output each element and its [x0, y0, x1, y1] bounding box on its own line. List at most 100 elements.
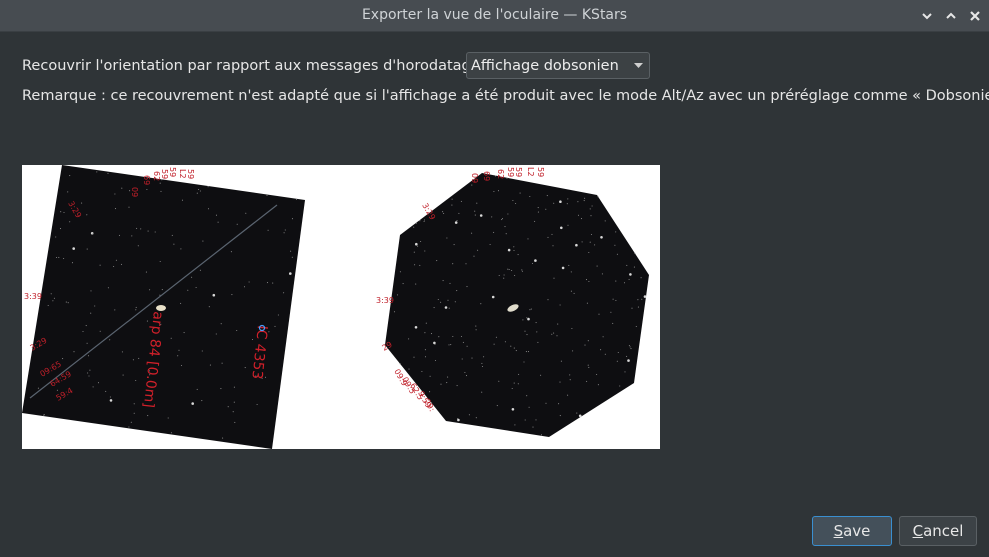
star — [180, 364, 183, 367]
star — [109, 396, 111, 398]
star — [442, 211, 444, 213]
star — [183, 332, 185, 334]
star — [415, 242, 418, 246]
cancel-button[interactable]: Cancel — [899, 516, 977, 546]
star — [596, 373, 598, 376]
star — [569, 379, 571, 381]
star — [552, 245, 554, 247]
star — [584, 344, 586, 346]
star — [448, 307, 450, 309]
star — [221, 362, 223, 364]
star — [63, 211, 65, 214]
orientation-select[interactable]: Affichage dobsonien — [466, 52, 650, 79]
star — [272, 282, 274, 284]
star — [475, 329, 477, 331]
star — [236, 223, 238, 225]
star — [526, 395, 528, 397]
star — [474, 214, 476, 216]
svg-text:3:39: 3:39 — [376, 296, 394, 305]
star — [495, 336, 497, 338]
star — [215, 214, 218, 216]
star — [462, 341, 464, 343]
star — [243, 286, 246, 288]
star — [559, 415, 561, 417]
maximize-button[interactable] — [941, 6, 961, 26]
star — [631, 307, 633, 309]
star — [518, 373, 520, 375]
star — [637, 299, 639, 301]
star — [424, 250, 426, 252]
star — [521, 270, 523, 272]
svg-text:59: 59 — [506, 167, 515, 177]
star — [559, 381, 561, 383]
star — [408, 368, 410, 370]
star — [604, 353, 606, 355]
star — [456, 290, 458, 292]
cancel-mnemonic: C — [912, 522, 924, 540]
star — [107, 287, 109, 289]
star — [114, 208, 117, 210]
star — [532, 426, 534, 428]
star — [588, 280, 590, 283]
star — [92, 233, 94, 235]
star — [86, 214, 88, 216]
star — [440, 383, 442, 385]
star — [530, 308, 532, 310]
star — [557, 323, 559, 325]
star — [479, 214, 483, 217]
star — [475, 417, 477, 419]
star — [526, 334, 528, 336]
save-label: ave — [843, 522, 871, 540]
star — [537, 211, 539, 213]
star — [415, 222, 417, 224]
star — [498, 274, 500, 277]
close-icon — [970, 11, 980, 21]
star — [195, 286, 197, 289]
star — [537, 341, 539, 343]
orientation-row: Recouvrir l'orientation par rapport aux … — [22, 52, 480, 79]
star — [524, 419, 526, 421]
star — [69, 175, 71, 177]
galaxy-marker-left — [156, 305, 166, 311]
svg-text:L2: L2 — [526, 167, 535, 177]
star — [476, 202, 478, 204]
star — [553, 277, 555, 279]
star — [170, 432, 172, 434]
star — [201, 350, 203, 352]
star — [568, 264, 570, 266]
star — [267, 229, 269, 231]
minimize-button[interactable] — [917, 6, 937, 26]
star — [471, 357, 473, 359]
star — [266, 282, 269, 284]
star — [569, 374, 571, 376]
svg-text:62: 62 — [152, 171, 161, 181]
star — [429, 375, 431, 377]
star — [481, 391, 483, 393]
star — [187, 289, 189, 291]
star — [517, 254, 519, 256]
star — [591, 205, 593, 207]
star — [266, 194, 268, 196]
star — [587, 340, 589, 342]
star — [97, 382, 100, 384]
star — [616, 253, 618, 255]
star — [493, 231, 495, 233]
star — [633, 266, 635, 268]
star — [634, 252, 636, 255]
star — [589, 208, 591, 210]
close-button[interactable] — [965, 6, 985, 26]
star — [109, 339, 111, 341]
star — [458, 212, 460, 214]
star — [526, 317, 528, 319]
star — [291, 218, 294, 220]
star — [576, 412, 578, 414]
star — [566, 203, 568, 205]
star — [522, 319, 524, 321]
star — [629, 346, 631, 348]
save-button[interactable]: Save — [812, 516, 892, 546]
star — [489, 243, 491, 246]
chevron-up-icon — [946, 12, 956, 19]
star — [501, 219, 503, 221]
star — [597, 384, 599, 386]
svg-text:59: 59 — [186, 169, 195, 179]
